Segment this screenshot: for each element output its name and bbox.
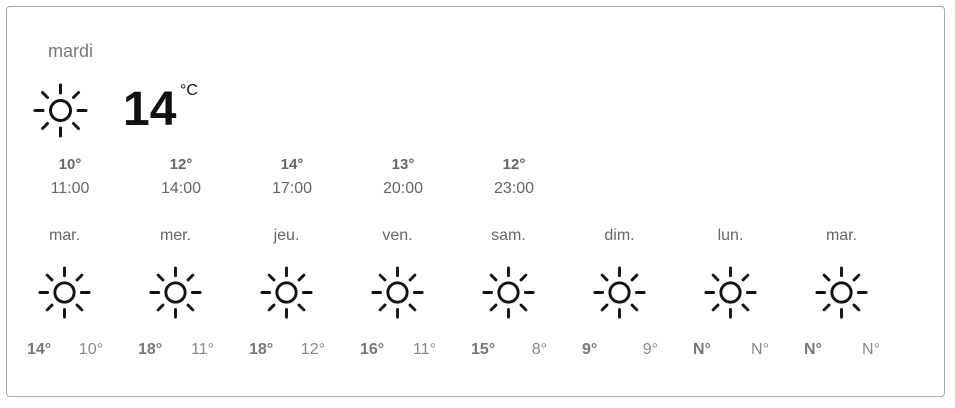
hourly-time: 14:00 (160, 180, 202, 197)
hourly-temp: 13° (391, 156, 415, 173)
forecast-low: 12° (300, 341, 325, 358)
hourly-item: 12° 23:00 (482, 156, 546, 198)
forecast-high: 16° (360, 341, 385, 358)
forecast-low: 9° (642, 341, 658, 358)
sun-icon (592, 265, 647, 320)
hourly-time: 11:00 (50, 180, 90, 197)
sun-icon (148, 265, 203, 320)
hourly-item: 10° 11:00 (38, 156, 102, 198)
daily-forecast: mar. 14° 10° mer. 18° 11° jeu. 18° 12° v… (7, 227, 955, 367)
current-day: mardi (48, 41, 94, 61)
forecast-high: 18° (138, 341, 163, 358)
forecast-high: 15° (471, 341, 496, 358)
sun-icon (814, 265, 869, 320)
forecast-low: N° (751, 341, 769, 358)
forecast-high: N° (804, 341, 822, 358)
hourly-temp: 12° (169, 156, 193, 173)
hourly-item: 12° 14:00 (149, 156, 213, 198)
forecast-day-label: mar. (48, 227, 81, 244)
forecast-high: 9° (582, 341, 598, 358)
hourly-item: 14° 17:00 (260, 156, 324, 198)
forecast-day-label: mar. (825, 227, 858, 244)
sun-icon (703, 265, 758, 320)
sun-icon (481, 265, 536, 320)
forecast-high: 14° (27, 341, 52, 358)
forecast-day-label: lun. (717, 227, 744, 244)
hourly-item: 13° 20:00 (371, 156, 435, 198)
forecast-day-label: mer. (159, 227, 192, 244)
forecast-low: 11° (190, 341, 214, 358)
sun-icon (32, 82, 89, 139)
forecast-high: N° (693, 341, 711, 358)
forecast-high: 18° (249, 341, 274, 358)
hourly-time: 23:00 (493, 180, 535, 197)
hourly-forecast: 10° 11:00 12° 14:00 14° 17:00 13° 20:00 … (7, 156, 955, 206)
forecast-day-label: jeu. (273, 227, 300, 244)
temperature-unit: °C (180, 82, 198, 99)
hourly-time: 20:00 (382, 180, 424, 197)
forecast-day-label: ven. (382, 227, 413, 244)
hourly-temp: 12° (502, 156, 526, 173)
sun-icon (37, 265, 92, 320)
forecast-low: 10° (78, 341, 103, 358)
forecast-low: 8° (531, 341, 547, 358)
hourly-temp: 14° (280, 156, 304, 173)
sun-icon (370, 265, 425, 320)
sun-icon (259, 265, 314, 320)
hourly-temp: 10° (58, 156, 82, 173)
forecast-low: N° (862, 341, 880, 358)
hourly-time: 17:00 (271, 180, 313, 197)
forecast-day-label: dim. (604, 227, 635, 244)
forecast-low: 11° (412, 341, 436, 358)
weather-widget: mardi 14 °C 10° 11:00 12° 14:00 14° 17:0… (6, 6, 945, 397)
forecast-day-label: sam. (491, 227, 526, 244)
current-temperature: 14 (123, 83, 177, 136)
